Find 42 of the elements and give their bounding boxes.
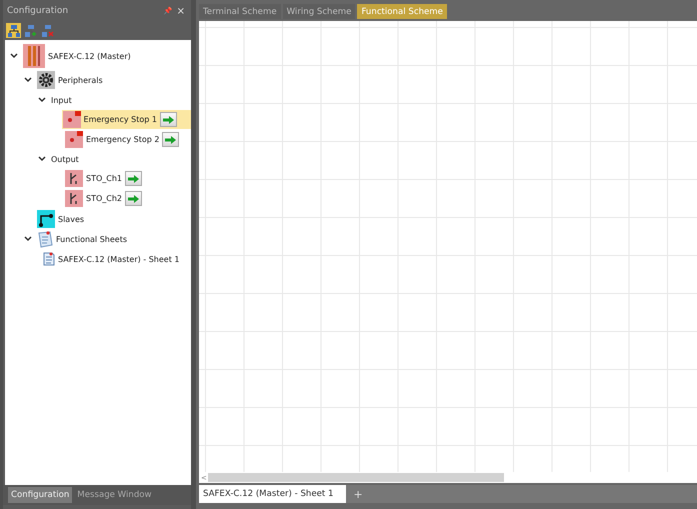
sheets-icon	[37, 231, 53, 248]
chevron-icon[interactable]	[38, 96, 46, 102]
tree-item[interactable]: STO_Ch2	[64, 189, 144, 208]
slaves-icon	[37, 210, 55, 228]
tree-view-icon	[8, 24, 20, 36]
panel-tab[interactable]: Configuration	[8, 487, 72, 503]
scrollbar-thumb[interactable]	[208, 473, 504, 482]
close-button[interactable]: ×	[174, 6, 187, 16]
add-device-icon	[24, 24, 36, 36]
controller-icon	[23, 44, 45, 68]
tree-item[interactable]: Input	[50, 94, 74, 106]
panel-title: Configuration	[7, 6, 70, 16]
sheet-tab[interactable]: SAFEX-C.12 (Master) - Sheet 1	[199, 485, 346, 503]
arrow-right-icon	[163, 116, 174, 124]
go-button[interactable]	[125, 171, 142, 186]
sheet-icon	[43, 252, 55, 266]
relay-icon	[65, 190, 83, 207]
chevron-icon[interactable]	[10, 52, 18, 58]
remove-device-icon	[42, 24, 54, 36]
go-button[interactable]	[125, 191, 142, 206]
chevron-icon[interactable]	[38, 154, 46, 162]
tree-item[interactable]: Peripherals	[36, 70, 105, 90]
go-button[interactable]	[162, 132, 180, 147]
tree-item[interactable]: Output	[50, 154, 81, 164]
tree-item[interactable]: Emergency Stop 2	[64, 130, 182, 149]
tree-item[interactable]: Functional Sheets	[36, 230, 129, 249]
arrow-right-icon	[128, 194, 140, 202]
tree-item[interactable]: Emergency Stop 1	[62, 110, 191, 129]
sensor-icon	[65, 131, 83, 148]
tree-item[interactable]: SAFEX-C.12 (Master)	[22, 43, 133, 69]
arrow-right-icon	[128, 174, 140, 182]
toolbar-button[interactable]	[6, 23, 21, 38]
tree-item[interactable]: SAFEX-C.12 (Master) - Sheet 1	[42, 251, 182, 267]
gear-icon	[37, 71, 55, 89]
arrow-right-icon	[165, 136, 176, 144]
go-button[interactable]	[160, 112, 177, 127]
sensor-icon	[62, 111, 81, 128]
chevron-icon[interactable]	[24, 235, 32, 242]
chevron-icon[interactable]	[24, 76, 32, 82]
tree-item[interactable]: STO_Ch1	[64, 169, 144, 188]
tree-item[interactable]: Slaves	[36, 209, 86, 229]
relay-icon	[65, 170, 83, 187]
